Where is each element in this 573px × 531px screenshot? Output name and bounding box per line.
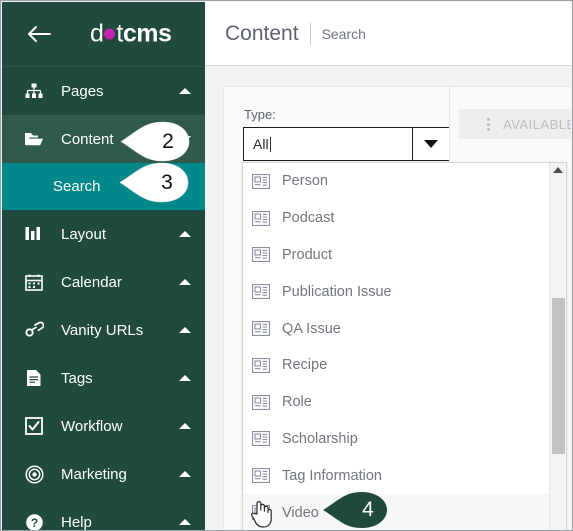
layout-icon [23,223,45,245]
folder-open-icon [23,128,45,150]
breadcrumb: Content Search [225,22,366,46]
dropdown-options: Person Podcast Product Publication Issue… [243,163,549,530]
sidebar-item-search[interactable]: Search [2,163,205,210]
list-item-label: QA Issue [282,320,341,337]
sidebar-item-label: Content [61,130,114,148]
calendar-icon [23,271,45,293]
sidebar-item-help[interactable]: ? Help [2,498,205,531]
chevron-up-icon[interactable] [179,519,191,525]
list-item-label: Podcast [282,210,335,227]
sidebar: d tcms Pages Content Search Layout Calen… [2,2,205,531]
available-workflows-button[interactable]: AVAILABLE WOR [459,109,571,139]
dotcms-admin-window: d tcms Pages Content Search Layout Calen… [0,0,573,531]
caret-up-icon[interactable] [553,167,563,173]
list-item-label: Person [282,173,328,190]
content-type-icon [251,394,271,410]
list-item[interactable]: Tag Information [243,457,549,494]
logo-dot-icon [104,28,116,40]
list-item[interactable]: Recipe [243,347,549,384]
chevron-up-icon[interactable] [179,423,191,429]
logo-d: d [90,19,104,48]
list-item[interactable]: Role [243,384,549,421]
sidebar-item-label: Marketing [61,465,127,483]
list-item-label: Publication Issue [282,283,392,300]
sidebar-item-vanity-urls[interactable]: Vanity URLs [2,306,205,354]
back-arrow-icon[interactable] [24,19,54,49]
list-item[interactable]: Publication Issue [243,273,549,310]
type-dropdown-toggle[interactable] [412,127,450,161]
chevron-down-icon[interactable] [179,136,191,142]
list-item-label: Scholarship [282,430,358,447]
text-caret [269,136,271,152]
chevron-up-icon[interactable] [179,279,191,285]
list-item[interactable]: Product [243,237,549,274]
sidebar-item-label: Help [61,513,92,531]
content-type-icon [251,247,271,263]
question-icon: ? [23,511,45,530]
list-item-label: Video [282,504,319,521]
content-type-icon [251,504,271,521]
type-dropdown-list[interactable]: Person Podcast Product Publication Issue… [242,162,567,530]
type-field-label: Type: [244,107,276,122]
scrollbar-thumb[interactable] [552,298,565,454]
content-type-icon [251,284,271,300]
content-type-icon [251,431,271,447]
chevron-up-icon[interactable] [179,231,191,237]
sidebar-brand-bar: d tcms [2,2,205,67]
content-type-icon [251,468,271,484]
dropdown-scrollbar[interactable] [549,163,566,530]
sidebar-item-label: Workflow [61,417,123,435]
more-vertical-icon [481,117,495,131]
list-item[interactable]: Podcast [243,200,549,237]
list-item-label: Recipe [282,357,328,374]
content-type-icon [251,357,271,373]
list-item[interactable]: Person [243,163,549,200]
sidebar-item-workflow[interactable]: Workflow [2,402,205,450]
breadcrumb-secondary[interactable]: Search [322,26,366,42]
list-item[interactable]: QA Issue [243,310,549,347]
chevron-down-icon [424,140,438,148]
content-type-icon [251,210,271,226]
sidebar-item-content[interactable]: Content [2,115,205,163]
document-icon [23,367,45,389]
checkbox-icon [23,415,45,437]
logo-cms: cms [122,19,172,48]
sidebar-item-label: Layout [61,225,107,243]
list-item-label: Product [282,246,332,263]
list-item-label: Role [282,394,312,411]
type-input[interactable]: All [243,127,413,161]
content-type-icon [251,173,271,189]
sitemap-icon [23,80,45,102]
breadcrumb-primary[interactable]: Content [225,22,299,46]
sidebar-item-label: Vanity URLs [61,321,144,339]
chevron-up-icon[interactable] [179,327,191,333]
list-item[interactable]: Scholarship [243,421,549,458]
list-item-video[interactable]: Video [243,494,549,530]
list-item-label: Tag Information [282,467,382,484]
type-input-value: All [253,136,269,152]
available-workflows-label: AVAILABLE WOR [503,116,571,132]
chevron-up-icon[interactable] [179,375,191,381]
sidebar-item-marketing[interactable]: Marketing [2,450,205,498]
breadcrumb-divider [309,22,311,45]
chevron-up-icon[interactable] [179,88,191,94]
sidebar-item-label: Tags [61,369,93,387]
sidebar-item-label: Search [53,178,101,195]
sidebar-item-label: Calendar [61,273,122,291]
link-icon [23,319,45,341]
sidebar-item-tags[interactable]: Tags [2,354,205,402]
sidebar-item-calendar[interactable]: Calendar [2,258,205,306]
sidebar-item-layout[interactable]: Layout [2,210,205,258]
sidebar-item-label: Pages [61,82,104,100]
page-header: Content Search [205,2,571,66]
svg-text:?: ? [30,516,37,530]
chevron-up-icon[interactable] [179,471,191,477]
sidebar-item-pages[interactable]: Pages [2,67,205,115]
content-type-icon [251,320,271,337]
dotcms-logo: d tcms [90,19,172,48]
target-icon [23,463,45,485]
